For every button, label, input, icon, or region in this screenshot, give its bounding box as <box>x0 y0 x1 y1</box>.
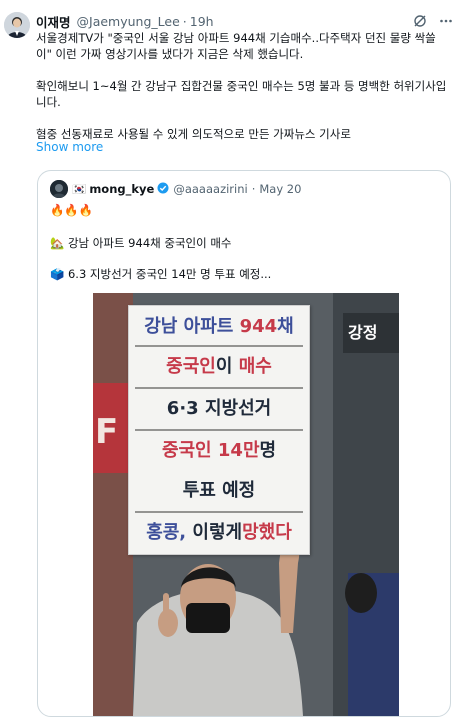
sign-text-segment: 홍콩, <box>146 522 193 543</box>
quoted-tweet[interactable]: 🇰🇷 mong_kye @aaaaazirini · May 20 🔥🔥🔥 🏡 … <box>37 170 451 717</box>
store-sign: 강정 <box>348 323 377 342</box>
author-handle[interactable]: @Jaemyung_Lee <box>77 14 180 29</box>
sign-text-segment: 중국인 <box>166 356 216 377</box>
quote-text-line: 🏡 강남 아파트 944채 중국인이 매수 <box>50 236 232 250</box>
sign-text-segment: 14만 <box>217 440 260 461</box>
sign-text-segment: 이렇게 <box>192 522 243 543</box>
sign-text-segment: 강남 아파트 <box>144 316 240 337</box>
sign-line-3: 6·3 지방선거 <box>133 394 305 420</box>
tweet-header: 이재명 @Jaemyung_Lee · 19h <box>36 12 453 30</box>
sign-line-4: 중국인 14만명 <box>133 436 305 462</box>
quote-author-handle[interactable]: @aaaaazirini <box>173 182 247 196</box>
tweet-text-line: 이" 이런 가짜 영상기사를 냈다가 지금은 삭제 했습니다. <box>36 47 304 61</box>
sign-line-6: 홍콩, 이렇게망했다 <box>133 518 305 544</box>
sign-text-segment: 944 <box>239 316 278 337</box>
sign-line-5: 투표 예정 <box>133 476 305 502</box>
tweet-text-line: 니다. <box>36 95 61 109</box>
quote-author-name[interactable]: mong_kye <box>89 182 154 196</box>
tweet-text-line: 서울경제TV가 "중국인 서울 강남 아파트 944채 기습매수..다주택자 던… <box>36 31 436 45</box>
quote-photo[interactable]: F 강정 강남 아파트 944채 중국인이 매수 6·3 지방선거 중국인 14… <box>93 293 399 716</box>
quote-meta-separator: · <box>251 182 256 196</box>
tweet-text: 서울경제TV가 "중국인 서울 강남 아파트 944채 기습매수..다주택자 던… <box>36 30 452 142</box>
meta-separator: · <box>182 13 187 29</box>
header-actions <box>413 14 453 28</box>
quote-text-fire: 🔥🔥🔥 <box>50 203 93 217</box>
sign-line-2: 중국인이 매수 <box>133 352 305 378</box>
sign-text-segment: 이 <box>215 356 239 377</box>
sign-text-segment: 매수 <box>238 356 272 377</box>
show-more-link[interactable]: Show more <box>36 140 103 154</box>
sign-text-segment: 명 <box>259 440 277 461</box>
quote-header: 🇰🇷 mong_kye @aaaaazirini · May 20 <box>50 180 301 198</box>
quote-flag: 🇰🇷 <box>72 182 87 196</box>
tweet-text-line: 확인해보니 1~4월 간 강남구 집합건물 중국인 매수는 5명 불과 등 명백… <box>36 79 447 93</box>
tweet[interactable]: 이재명 @Jaemyung_Lee · 19h 서울경제TV가 "중국인 서울 … <box>0 0 461 717</box>
quote-avatar[interactable] <box>50 180 68 198</box>
sign-text-segment: 투표 예정 <box>182 480 256 501</box>
grok-icon[interactable] <box>413 14 427 28</box>
sign-text-segment: 채 <box>277 316 294 337</box>
verified-badge-icon <box>157 182 169 197</box>
tweet-time[interactable]: 19h <box>190 14 214 29</box>
sign-text-segment: 중국인 <box>161 440 218 461</box>
sign-line-1: 강남 아파트 944채 <box>133 312 305 338</box>
tweet-meta: @Jaemyung_Lee · 19h <box>77 14 214 29</box>
background-letter: F <box>95 412 118 452</box>
protest-sign: 강남 아파트 944채 중국인이 매수 6·3 지방선거 중국인 14만명 투표… <box>128 305 310 555</box>
author-name[interactable]: 이재명 <box>36 12 71 31</box>
author-avatar[interactable] <box>4 12 30 38</box>
quote-text-line: 🗳️ 6.3 지방선거 중국인 14만 명 투표 예정... <box>50 267 272 281</box>
sign-text-segment: 망했다 <box>242 522 292 543</box>
sign-text-segment: 6·3 지방선거 <box>166 398 272 419</box>
more-icon[interactable] <box>439 14 453 28</box>
quote-time[interactable]: May 20 <box>259 182 301 196</box>
